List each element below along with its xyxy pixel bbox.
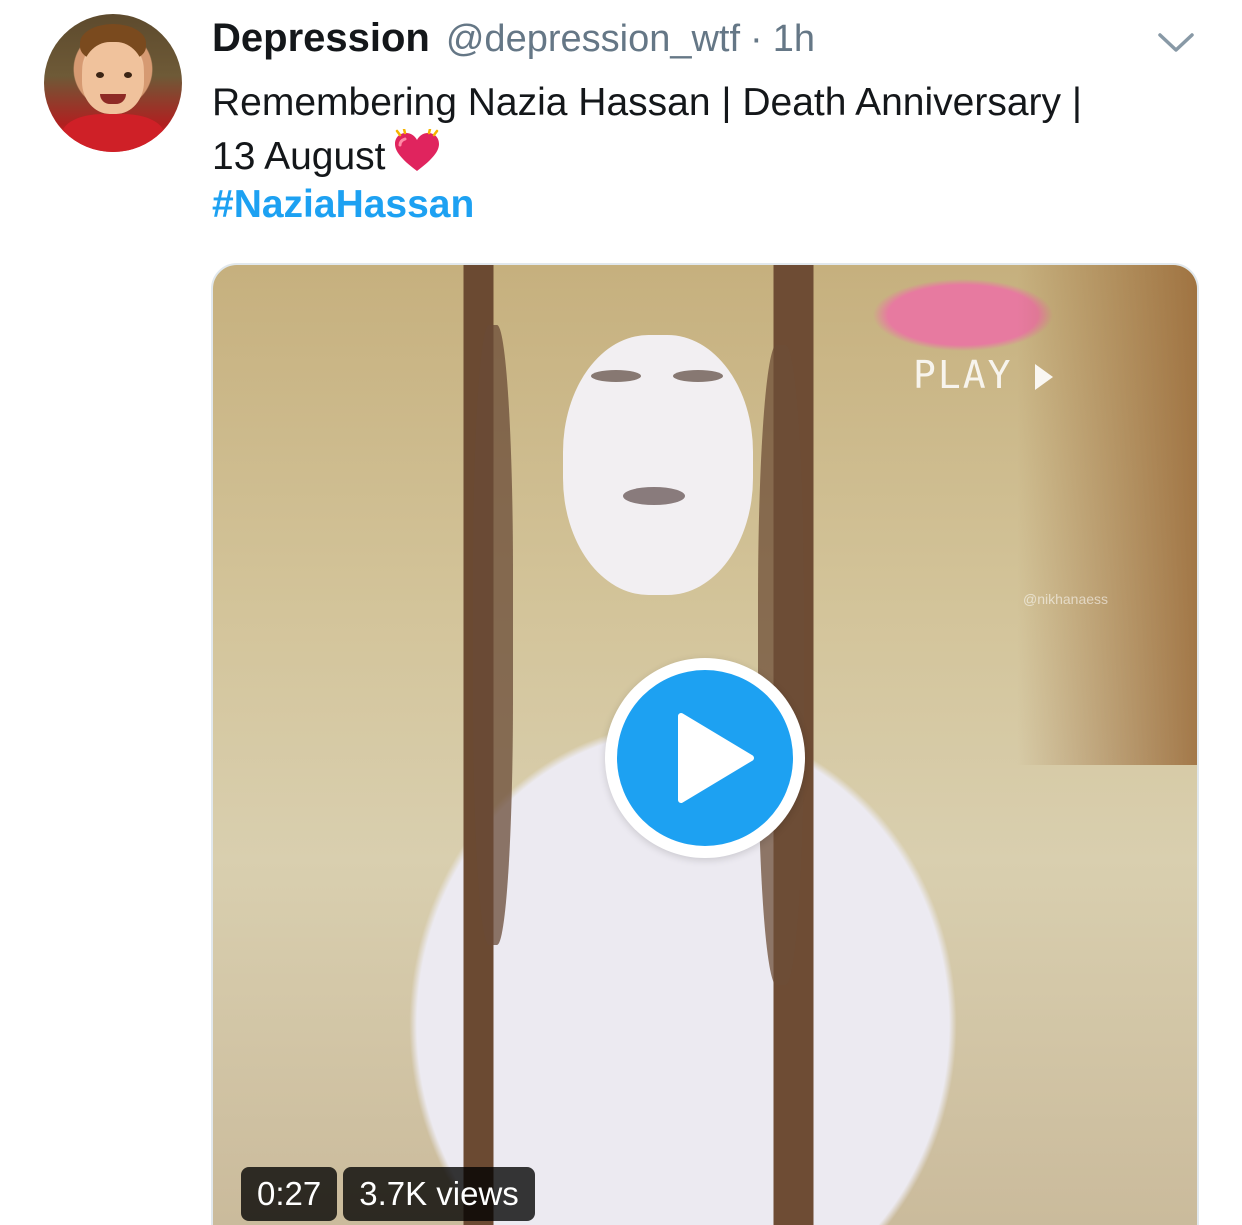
video-frame-detail [591, 370, 641, 382]
tweet-header: Depression @depression_wtf · 1h [212, 16, 815, 66]
tweet-text-date: 13 August [212, 135, 386, 178]
avatar[interactable] [44, 14, 182, 152]
tweet-text: Remembering Nazia Hassan | Death Anniver… [212, 76, 1192, 183]
beating-heart-icon [395, 129, 440, 171]
avatar-eye [124, 72, 132, 78]
avatar-eye [96, 72, 104, 78]
video-frame-detail [673, 370, 723, 382]
play-icon [678, 713, 754, 803]
hashtag-link[interactable]: #NaziaHassan [212, 183, 474, 227]
vhs-play-overlay: PLAY [913, 353, 1053, 397]
video-frame-background [1017, 265, 1197, 765]
video-views: 3.7K views [343, 1167, 535, 1221]
tweet-text-line-2: 13 August [212, 129, 1192, 183]
video-duration: 0:27 [241, 1167, 338, 1221]
play-button[interactable] [605, 658, 805, 858]
avatar-shirt [62, 114, 164, 152]
tweet[interactable]: Depression @depression_wtf · 1h Remember… [0, 0, 1242, 1225]
tweet-time[interactable]: 1h [773, 18, 815, 61]
video-badges: 0:27 3.7K views [241, 1167, 535, 1221]
chevron-down-icon[interactable] [1156, 30, 1196, 56]
video-frame-detail [473, 325, 513, 945]
separator-dot: · [750, 18, 763, 60]
author-handle[interactable]: @depression_wtf [446, 18, 740, 61]
vhs-arrow-icon [1034, 364, 1053, 390]
video-frame-detail [623, 487, 685, 505]
author-name[interactable]: Depression [212, 16, 430, 61]
tweet-text-line-1: Remembering Nazia Hassan | Death Anniver… [212, 81, 1082, 124]
vhs-play-text: PLAY [913, 353, 1013, 397]
video-player[interactable]: PLAY @nikhanaess 0:27 3.7K views [211, 263, 1199, 1225]
video-watermark: @nikhanaess [1023, 591, 1109, 607]
